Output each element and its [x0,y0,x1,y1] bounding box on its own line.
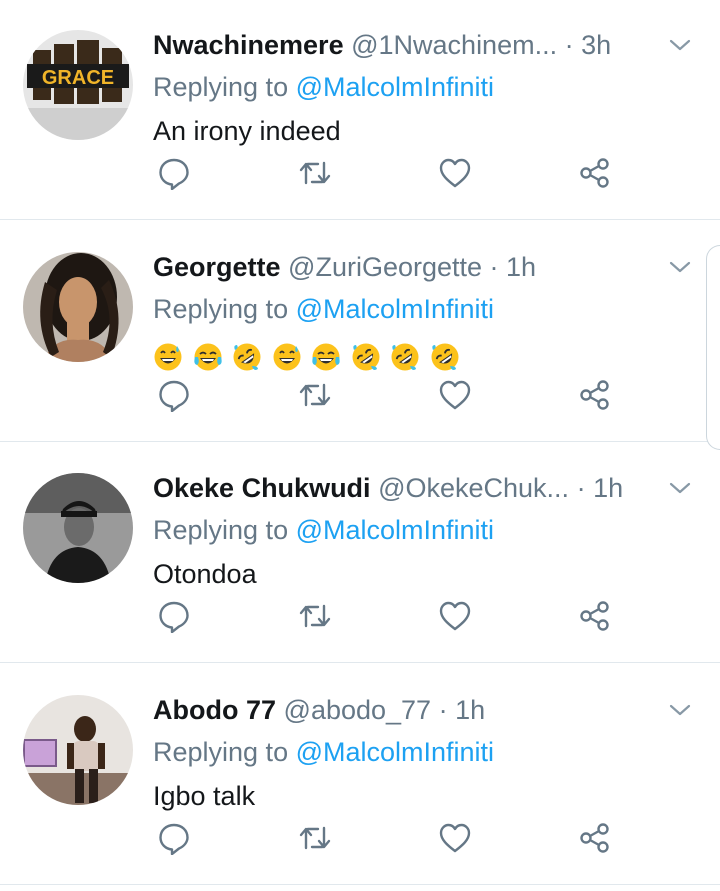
replying-to: Replying to @MalcolmInfiniti [153,733,494,771]
tweet-text: Igbo talk [153,781,256,811]
user-handle[interactable]: @abodo_77 [284,695,432,725]
tweet-item[interactable]: GRACE Nwachinemere @1Nwachinem... · 3h R… [0,0,720,220]
like-icon[interactable] [438,378,472,412]
user-handle[interactable]: @1Nwachinem... [351,30,557,60]
rofl-emoji-icon [391,343,419,371]
like-icon[interactable] [438,156,472,190]
tears-of-joy-emoji-icon [312,343,340,371]
share-icon[interactable] [578,599,612,633]
share-icon[interactable] [578,156,612,190]
replying-prefix: Replying to [153,515,296,545]
grinning-sweat-emoji-icon [154,343,182,371]
timestamp[interactable]: · 1h [490,252,537,282]
share-icon[interactable] [578,378,612,412]
reply-icon[interactable] [157,378,191,412]
display-name[interactable]: Abodo 77 [153,695,276,725]
tweet-item[interactable]: Abodo 77 @abodo_77 · 1h Replying to @Mal… [0,665,720,885]
chevron-down-icon[interactable] [668,479,692,497]
tweet-actions [0,821,720,861]
replying-prefix: Replying to [153,72,296,102]
chevron-down-icon[interactable] [668,701,692,719]
display-name[interactable]: Georgette [153,252,281,282]
mention-link[interactable]: @MalcolmInfiniti [296,294,494,324]
replying-prefix: Replying to [153,294,296,324]
reply-icon[interactable] [157,599,191,633]
tweet-item[interactable]: Okeke Chukwudi @OkekeChuk... · 1h Replyi… [0,443,720,663]
tweet-header: Abodo 77 @abodo_77 · 1h [153,691,660,729]
scrollbar-handle[interactable] [706,245,720,450]
avatar-image [23,473,133,583]
retweet-icon[interactable] [298,378,332,412]
replying-to: Replying to @MalcolmInfiniti [153,290,494,328]
mention-link[interactable]: @MalcolmInfiniti [296,737,494,767]
rofl-emoji-icon [233,343,261,371]
tweet-header: Nwachinemere @1Nwachinem... · 3h [153,26,660,64]
chevron-down-icon[interactable] [668,36,692,54]
avatar-logo-text: GRACE [42,67,114,89]
mention-link[interactable]: @MalcolmInfiniti [296,72,494,102]
tweet-actions [0,378,720,418]
replying-prefix: Replying to [153,737,296,767]
avatar[interactable]: GRACE [23,30,133,140]
like-icon[interactable] [438,821,472,855]
retweet-icon[interactable] [298,821,332,855]
timestamp[interactable]: · 1h [439,695,486,725]
replying-to: Replying to @MalcolmInfiniti [153,511,494,549]
like-icon[interactable] [438,599,472,633]
user-handle[interactable]: @ZuriGeorgette [288,252,482,282]
retweet-icon[interactable] [298,599,332,633]
grinning-sweat-emoji-icon [273,343,301,371]
reply-icon[interactable] [157,156,191,190]
avatar-image [23,252,133,362]
tweet-actions [0,599,720,639]
rofl-emoji-icon [352,343,380,371]
avatar-image: GRACE [23,30,133,140]
chevron-down-icon[interactable] [668,258,692,276]
share-icon[interactable] [578,821,612,855]
tears-of-joy-emoji-icon [193,343,222,371]
rofl-emoji-icon [431,343,459,371]
tweet-item[interactable]: Georgette @ZuriGeorgette · 1h Replying t… [0,222,720,442]
tweet-text [153,336,462,374]
replying-to: Replying to @MalcolmInfiniti [153,68,494,106]
user-handle[interactable]: @OkekeChuk... [378,473,569,503]
avatar[interactable] [23,473,133,583]
tweet-actions [0,156,720,196]
timestamp[interactable]: · 1h [577,473,624,503]
avatar[interactable] [23,252,133,362]
avatar-image [23,695,133,805]
mention-link[interactable]: @MalcolmInfiniti [296,515,494,545]
tweet-header: Okeke Chukwudi @OkekeChuk... · 1h [153,469,660,507]
tweet-text: Otondoa [153,559,257,589]
reply-icon[interactable] [157,821,191,855]
retweet-icon[interactable] [298,156,332,190]
timestamp[interactable]: · 3h [565,30,612,60]
avatar[interactable] [23,695,133,805]
tweet-text: An irony indeed [153,116,341,146]
display-name[interactable]: Nwachinemere [153,30,344,60]
tweet-header: Georgette @ZuriGeorgette · 1h [153,248,660,286]
display-name[interactable]: Okeke Chukwudi [153,473,371,503]
